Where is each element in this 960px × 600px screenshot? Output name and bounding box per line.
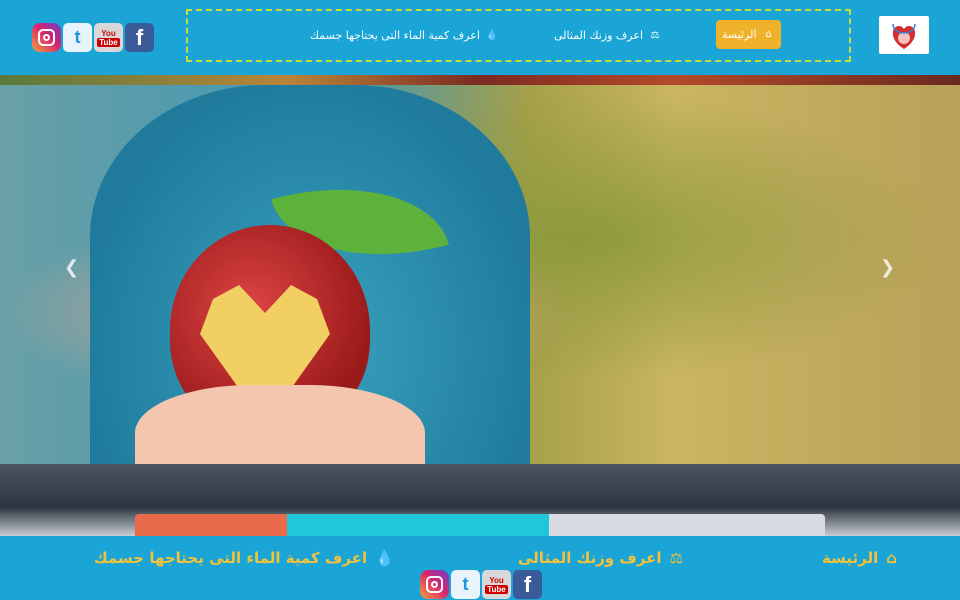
footer-link-home[interactable]: ⌂ الرئيسة [822, 546, 897, 570]
instagram-icon[interactable] [420, 570, 449, 599]
site-logo[interactable] [879, 16, 929, 54]
twitter-icon[interactable]: t [451, 570, 480, 599]
nav-link-ideal-weight[interactable]: ⚖ اعرف وزنك المثالى [554, 11, 661, 60]
social-links-bottom: t You Tube f [420, 570, 542, 599]
main-nav: 💧 اعرف كمية الماء التى يحتاجها جسمك ⚖ اع… [186, 9, 851, 62]
water-drop-icon: 💧 [375, 549, 394, 567]
header-bar: t You Tube f 💧 اعرف كمية الماء التى يحتا… [0, 0, 960, 75]
footer-link-water[interactable]: 💧 اعرف كمية الماء التى يحتاجها جسمك [94, 546, 394, 570]
youtube-icon[interactable]: You Tube [94, 23, 123, 52]
scale-icon: ⚖ [669, 549, 683, 567]
chevron-right-icon[interactable]: ❯ [880, 257, 895, 278]
nav-link-water[interactable]: 💧 اعرف كمية الماء التى يحتاجها جسمك [310, 11, 498, 60]
footer-link-ideal-weight[interactable]: ⚖ اعرف وزنك المثالى [518, 546, 683, 570]
hero-slider: ❮ ❯ [0, 85, 960, 464]
home-icon: ⌂ [765, 29, 772, 40]
hands-image [135, 385, 425, 464]
facebook-icon[interactable]: f [513, 570, 542, 599]
water-drop-icon: 💧 [485, 30, 499, 41]
facebook-icon[interactable]: f [125, 23, 154, 52]
nav-link-home[interactable]: ⌂ الرئيسة [716, 20, 781, 49]
home-icon: ⌂ [886, 549, 897, 567]
chevron-left-icon[interactable]: ❮ [64, 257, 79, 278]
twitter-icon[interactable]: t [63, 23, 92, 52]
scale-icon: ⚖ [650, 30, 660, 41]
youtube-icon[interactable]: You Tube [482, 570, 511, 599]
instagram-icon[interactable] [32, 23, 61, 52]
header-image-strip [0, 75, 960, 85]
social-links-top: t You Tube f [32, 23, 154, 52]
